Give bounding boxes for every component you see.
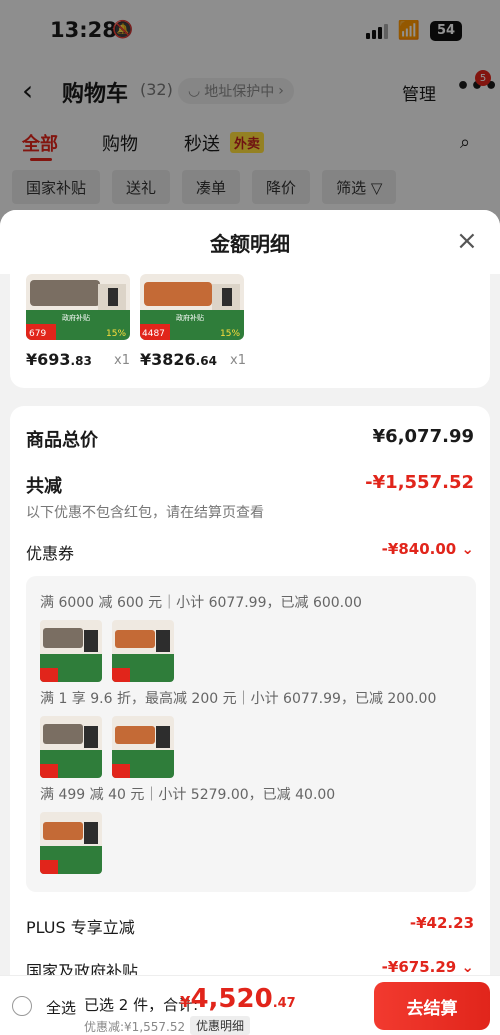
discount-note: 优惠减:¥1,557.52 xyxy=(84,1020,186,1034)
item-qty: x1 xyxy=(114,353,130,368)
item-price: ¥693.83 xyxy=(26,350,92,369)
product-thumbnail-orange-sofa xyxy=(40,812,102,874)
svg-text:15%: 15% xyxy=(106,329,126,339)
coupon-rule: 满 499 减 40 元｜小计 5279.00，已减 40.00 xyxy=(40,787,336,803)
sheet-title: 金额明细 xyxy=(210,232,290,256)
checkout-button[interactable]: 去结算 xyxy=(374,982,490,1030)
plus-discount-value: -¥42.23 xyxy=(409,914,474,932)
coupon-value-toggle[interactable]: -¥840.00 ⌄ xyxy=(382,540,474,558)
sheet-header: 金额明细 × xyxy=(0,210,500,274)
checkout-bar: 全选 已选 2 件，合计: ¥4,520.47 优惠减:¥1,557.52 优惠… xyxy=(0,975,500,1035)
total-label: 商品总价 xyxy=(26,430,98,451)
reduce-value: -¥1,557.52 xyxy=(365,472,474,493)
svg-text:15%: 15% xyxy=(220,329,240,339)
svg-text:政府补贴: 政府补贴 xyxy=(176,313,204,322)
coupon-rule: 满 1 享 9.6 折，最高减 200 元｜小计 6077.99，已减 200.… xyxy=(40,691,437,707)
price-breakdown-card: 商品总价 ¥6,077.99 共减 -¥1,557.52 以下优惠不包含红包，请… xyxy=(10,406,490,1035)
selected-items-card: 679 政府补贴 15% 4487 政府补贴 15% ¥693.83 x1 ¥3… xyxy=(10,270,490,388)
select-all-checkbox[interactable] xyxy=(12,996,32,1016)
thumb-tag: 679 xyxy=(29,329,46,339)
plus-discount-label: PLUS 专享立减 xyxy=(26,918,135,937)
reduce-label: 共减 xyxy=(26,476,62,497)
close-icon[interactable]: × xyxy=(456,226,478,256)
product-thumbnail-orange-sofa[interactable]: 4487 政府补贴 15% xyxy=(140,274,244,340)
svg-text:政府补贴: 政府补贴 xyxy=(62,313,90,322)
select-all-label[interactable]: 全选 xyxy=(46,997,76,1018)
amount-detail-sheet: 679 政府补贴 15% 4487 政府补贴 15% ¥693.83 x1 ¥3… xyxy=(0,210,500,1035)
item-price: ¥3826.64 xyxy=(140,350,217,369)
product-thumbnail-orange-sofa xyxy=(112,716,174,778)
product-thumbnail-orange-sofa xyxy=(112,620,174,682)
product-thumbnail-grey-sofa xyxy=(40,716,102,778)
thumb-tag: 4487 xyxy=(142,329,165,339)
reduce-note: 以下优惠不包含红包，请在结算页查看 xyxy=(26,505,264,521)
total-amount: ¥4,520.47 xyxy=(180,984,296,1014)
coupon-rule: 满 6000 减 600 元｜小计 6077.99，已减 600.00 xyxy=(40,595,362,611)
coupon-detail-box: 满 6000 减 600 元｜小计 6077.99，已减 600.00 满 1 … xyxy=(26,576,476,892)
product-thumbnail-grey-sofa xyxy=(40,620,102,682)
total-value: ¥6,077.99 xyxy=(372,426,474,447)
coupon-label: 优惠券 xyxy=(26,544,75,563)
gov-subsidy-toggle[interactable]: -¥675.29 ⌄ xyxy=(382,958,474,976)
product-thumbnail-grey-sofa[interactable]: 679 政府补贴 15% xyxy=(26,274,130,340)
discount-detail-link[interactable]: 优惠明细 xyxy=(190,1016,251,1035)
item-qty: x1 xyxy=(230,353,246,368)
